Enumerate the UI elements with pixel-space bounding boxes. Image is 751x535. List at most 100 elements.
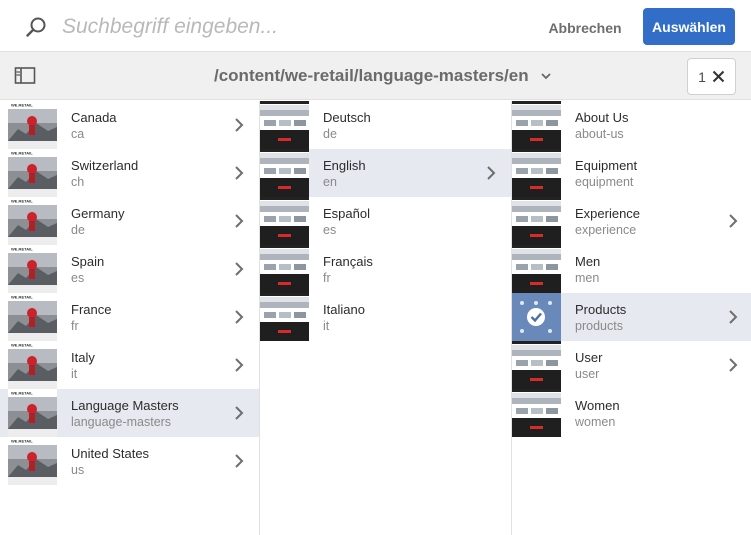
item-name: user — [575, 367, 600, 381]
chevron-right-icon[interactable] — [728, 213, 738, 229]
item-label: Germany de — [71, 206, 124, 238]
column-item-fr[interactable]: Français fr — [260, 245, 511, 293]
column-item-ch[interactable]: WE.RETAIL Switzerland ch — [0, 149, 259, 197]
column-pages: About Us about-us Equipment equipment Expe… — [512, 101, 751, 535]
chevron-right-icon[interactable] — [234, 261, 244, 277]
item-label: Español es — [323, 206, 370, 238]
item-title: Switzerland — [71, 158, 139, 173]
column-item-de[interactable]: Deutsch de — [260, 101, 511, 149]
chevron-right-icon[interactable] — [234, 165, 244, 181]
chevron-right-icon[interactable] — [234, 213, 244, 229]
column-item-about-us[interactable]: About Us about-us — [512, 101, 751, 149]
column-item-us[interactable]: WE.RETAIL United States us — [0, 437, 259, 485]
item-label: Equipment equipment — [575, 158, 637, 190]
close-icon — [712, 70, 725, 83]
column-item-language-masters[interactable]: WE.RETAIL Language Masters language-maste… — [0, 389, 259, 437]
chevron-right-icon[interactable] — [234, 117, 244, 133]
chevron-right-icon[interactable] — [234, 309, 244, 325]
item-title: Men — [575, 254, 601, 269]
page-thumbnail — [260, 101, 309, 149]
item-title: Canada — [71, 110, 117, 125]
thumbnail-brand: WE.RETAIL — [11, 103, 33, 108]
item-label: Experience experience — [575, 206, 640, 238]
item-title: Italiano — [323, 302, 365, 317]
item-label: Spain es — [71, 254, 104, 286]
cancel-button[interactable]: Abbrechen — [541, 12, 629, 44]
page-thumbnail: WE.RETAIL — [8, 101, 57, 149]
column-item-ca[interactable]: WE.RETAIL Canada ca — [0, 101, 259, 149]
item-label: Women women — [575, 398, 620, 430]
column-item-en[interactable]: English en — [260, 149, 511, 197]
item-name: es — [323, 223, 337, 237]
item-name: language-masters — [71, 415, 172, 429]
column-item-equipment[interactable]: Equipment equipment — [512, 149, 751, 197]
column-countries: WE.RETAIL Canada ca WE.RETAIL Switzerland… — [0, 101, 260, 535]
page-thumbnail — [260, 197, 309, 245]
item-label: Men men — [575, 254, 600, 286]
thumbnail-brand: WE.RETAIL — [11, 247, 33, 252]
page-thumbnail — [512, 341, 561, 389]
page-thumbnail: WE.RETAIL — [8, 293, 57, 341]
page-thumbnail — [512, 389, 561, 437]
item-title: Products — [575, 302, 627, 317]
item-title: Equipment — [575, 158, 638, 173]
item-label: Canada ca — [71, 110, 117, 142]
item-name: fr — [323, 271, 331, 285]
column-item-it[interactable]: Italiano it — [260, 293, 511, 341]
thumbnail-brand: WE.RETAIL — [11, 151, 33, 156]
item-title: United States — [71, 446, 150, 461]
select-button[interactable]: Auswählen — [643, 8, 735, 45]
column-item-it[interactable]: WE.RETAIL Italy it — [0, 341, 259, 389]
page-thumbnail — [260, 245, 309, 293]
column-item-men[interactable]: Men men — [512, 245, 751, 293]
chevron-right-icon[interactable] — [728, 309, 738, 325]
chevron-right-icon[interactable] — [728, 357, 738, 373]
item-title: Spain — [71, 254, 105, 269]
thumbnail-brand: WE.RETAIL — [11, 295, 33, 300]
item-title: English — [323, 158, 366, 173]
item-title: Deutsch — [323, 110, 371, 125]
item-name: de — [71, 223, 85, 237]
chevron-right-icon[interactable] — [234, 405, 244, 421]
search-input[interactable] — [62, 11, 522, 43]
search-icon — [26, 17, 46, 37]
thumbnail-brand: WE.RETAIL — [11, 343, 33, 348]
selection-count: 1 — [698, 68, 706, 85]
page-thumbnail: WE.RETAIL — [8, 197, 57, 245]
chevron-down-icon — [540, 73, 551, 80]
item-label: Français fr — [323, 254, 373, 286]
page-thumbnail — [512, 101, 561, 149]
column-item-es[interactable]: WE.RETAIL Spain es — [0, 245, 259, 293]
column-item-fr[interactable]: WE.RETAIL France fr — [0, 293, 259, 341]
item-title: Language Masters — [71, 398, 179, 413]
chevron-right-icon[interactable] — [234, 357, 244, 373]
item-label: Italiano it — [323, 302, 365, 334]
item-title: User — [575, 350, 603, 365]
page-thumbnail — [260, 149, 309, 197]
rail-toggle-icon[interactable] — [14, 66, 36, 86]
column-item-women[interactable]: Women women — [512, 389, 751, 437]
item-name: experience — [575, 223, 637, 237]
column-item-user[interactable]: User user — [512, 341, 751, 389]
item-label: Products products — [575, 302, 626, 334]
item-name: it — [323, 319, 330, 333]
item-label: France fr — [71, 302, 111, 334]
chevron-right-icon[interactable] — [234, 453, 244, 469]
item-name: en — [323, 175, 337, 189]
chevron-right-icon[interactable] — [486, 165, 496, 181]
item-name: es — [71, 271, 85, 285]
column-browser: WE.RETAIL Canada ca WE.RETAIL Switzerland… — [0, 101, 751, 535]
thumbnail-brand: WE.RETAIL — [11, 391, 33, 396]
column-item-products[interactable]: Products products — [512, 293, 751, 341]
page-thumbnail — [512, 197, 561, 245]
page-thumbnail — [512, 245, 561, 293]
item-title: Germany — [71, 206, 125, 221]
item-name: us — [71, 463, 85, 477]
path-dropdown[interactable]: /content/we-retail/language-masters/en — [214, 65, 553, 87]
item-label: User user — [575, 350, 602, 382]
column-item-experience[interactable]: Experience experience — [512, 197, 751, 245]
page-thumbnail: WE.RETAIL — [8, 341, 57, 389]
column-item-es[interactable]: Español es — [260, 197, 511, 245]
column-item-de[interactable]: WE.RETAIL Germany de — [0, 197, 259, 245]
selection-count-clear[interactable]: 1 — [687, 58, 736, 95]
